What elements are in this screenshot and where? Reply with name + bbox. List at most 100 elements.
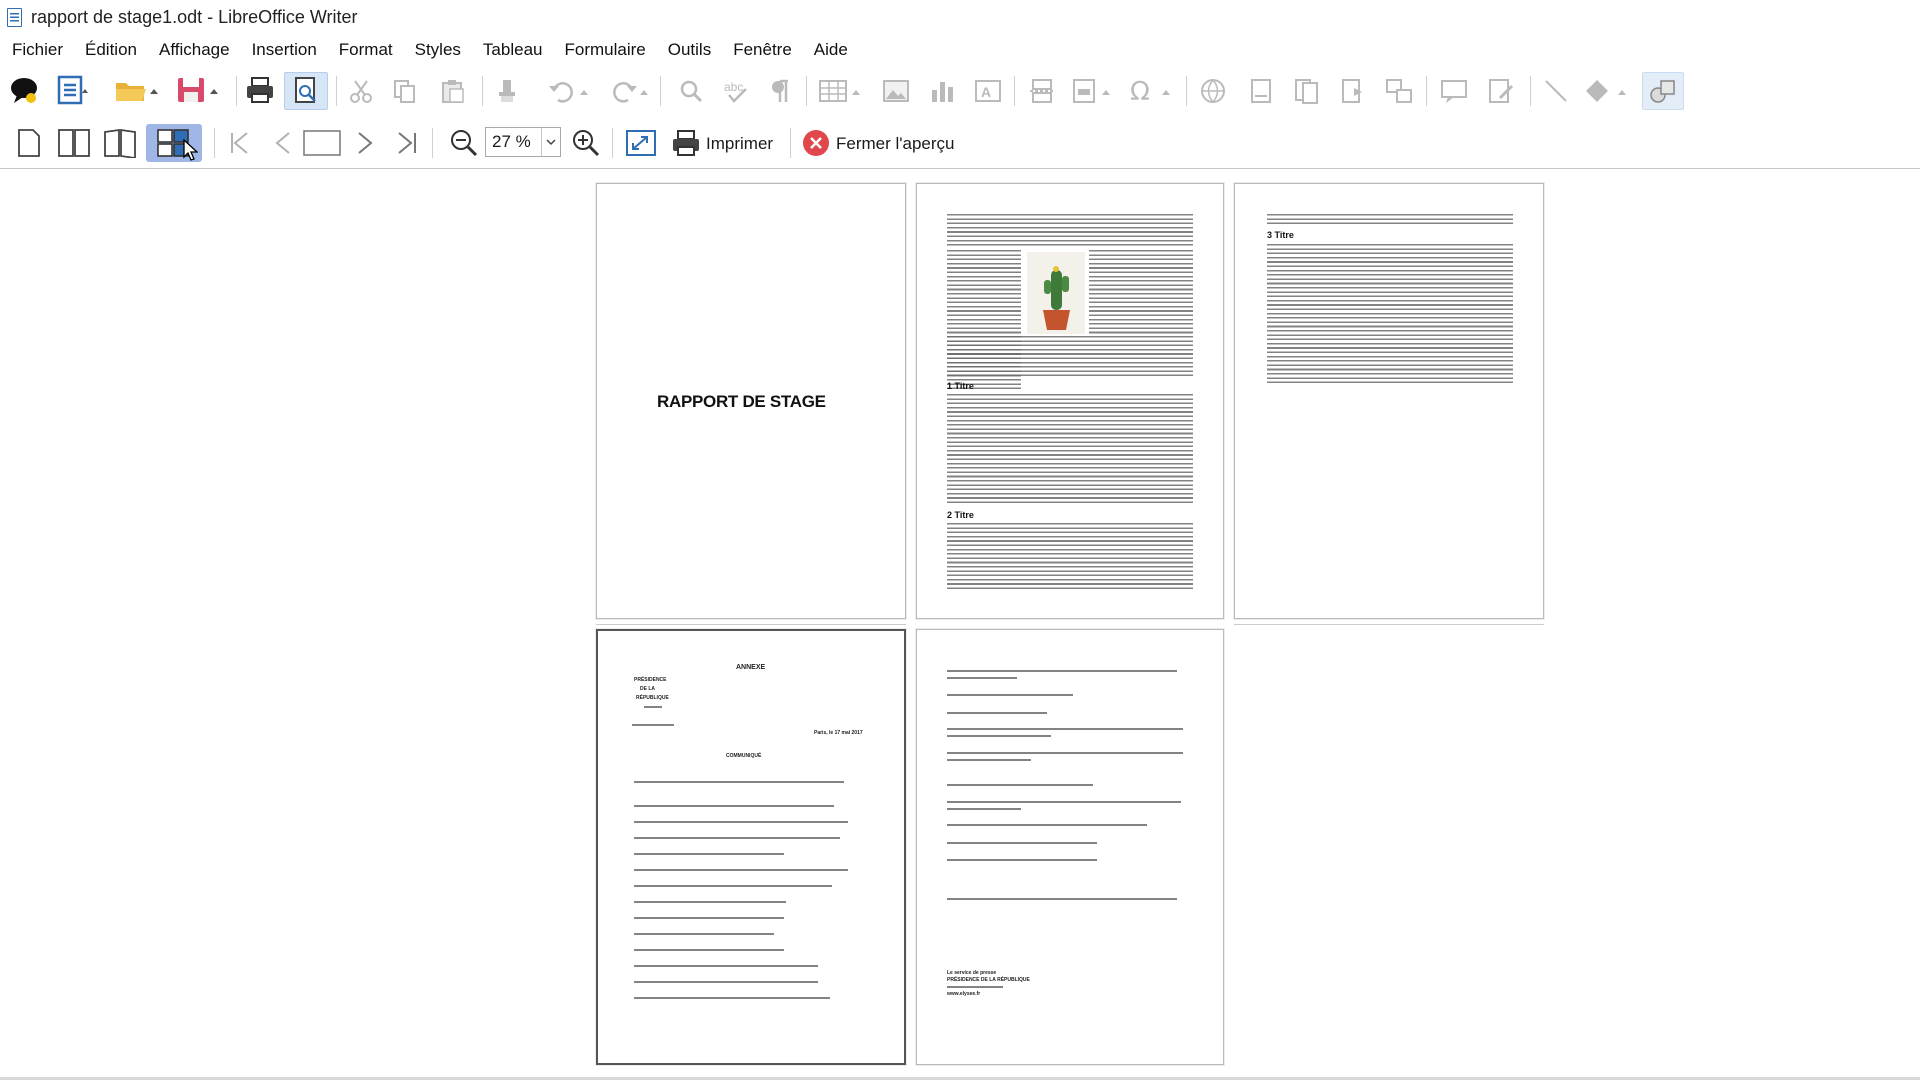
save-icon[interactable]	[174, 74, 228, 106]
text-line	[947, 859, 1097, 861]
text-line	[947, 677, 1017, 679]
toolbar-separator	[790, 128, 791, 158]
menu-fichier[interactable]: Fichier	[12, 40, 63, 60]
text-line	[947, 898, 1177, 900]
menu-fenetre[interactable]: Fenêtre	[733, 40, 792, 60]
menu-formulaire[interactable]: Formulaire	[564, 40, 645, 60]
page-edge	[596, 620, 906, 625]
text-block	[1089, 250, 1193, 336]
text-block	[947, 523, 1193, 589]
svg-text:abc: abc	[724, 80, 743, 94]
endnote-icon[interactable]	[1292, 76, 1322, 106]
bookmark-icon[interactable]	[1338, 76, 1368, 106]
text-line	[634, 981, 818, 983]
page2-heading-2: 2 Titre	[947, 510, 974, 520]
text-line	[644, 706, 662, 708]
cross-reference-icon[interactable]	[1384, 76, 1414, 106]
toolbar-separator	[236, 76, 237, 106]
insert-chart-icon[interactable]	[926, 76, 958, 106]
two-pages-preview-icon[interactable]	[56, 126, 92, 160]
footnote-icon[interactable]	[1246, 76, 1276, 106]
single-page-preview-icon[interactable]	[12, 126, 46, 160]
insert-table-icon[interactable]	[818, 76, 868, 106]
page-break-icon[interactable]	[1026, 76, 1058, 106]
clone-formatting-icon[interactable]	[492, 76, 522, 106]
menu-aide[interactable]: Aide	[814, 40, 848, 60]
zoom-in-icon[interactable]	[570, 127, 602, 159]
text-line	[634, 917, 784, 919]
print-icon[interactable]	[670, 127, 702, 159]
insert-field-icon[interactable]	[1070, 76, 1118, 106]
zoom-value[interactable]: 27 %	[486, 132, 541, 152]
print-preview-icon[interactable]	[284, 72, 328, 110]
previous-page-icon[interactable]	[268, 128, 298, 158]
text-line	[947, 712, 1047, 714]
insert-image-icon[interactable]	[880, 76, 912, 106]
toolbar-separator	[1014, 76, 1015, 106]
comment-icon[interactable]	[1438, 76, 1470, 106]
menu-edition[interactable]: Édition	[85, 40, 137, 60]
draw-functions-icon[interactable]	[1642, 72, 1684, 110]
text-line	[634, 949, 784, 951]
text-line	[947, 735, 1051, 737]
toolbar-separator	[214, 128, 215, 158]
chat-bubble-icon[interactable]	[8, 74, 40, 106]
preview-page-1[interactable]: RAPPORT DE STAGE	[596, 183, 906, 619]
zoom-out-icon[interactable]	[448, 127, 480, 159]
preview-page-2[interactable]: 1 Titre 2 Titre	[916, 183, 1224, 619]
insert-text-box-icon[interactable]: A	[972, 76, 1004, 106]
menu-outils[interactable]: Outils	[668, 40, 711, 60]
annexe-title: ANNEXE	[736, 664, 766, 671]
page-number-box[interactable]	[302, 128, 342, 158]
preview-page-4[interactable]: ANNEXE PRÉSIDENCE DE LA RÉPUBLIQUE Paris…	[596, 629, 906, 1065]
text-line	[632, 724, 674, 726]
undo-icon[interactable]	[546, 76, 594, 106]
full-screen-icon[interactable]	[624, 127, 658, 159]
hyperlink-icon[interactable]	[1196, 76, 1230, 106]
place-date: Paris, le 17 mai 2017	[814, 730, 863, 736]
text-line	[947, 728, 1183, 730]
copy-icon[interactable]	[390, 76, 420, 106]
preview-page-3[interactable]: 3 Titre	[1234, 183, 1544, 619]
text-block	[1267, 214, 1513, 226]
zoom-dropdown-icon[interactable]	[541, 128, 560, 156]
print-preview-toolbar: Imprimer Fermer l'aperçu	[0, 120, 1920, 168]
close-preview-icon[interactable]	[800, 127, 832, 159]
text-line	[634, 965, 818, 967]
zoom-combo[interactable]: 27 %	[485, 127, 561, 157]
menu-format[interactable]: Format	[339, 40, 393, 60]
text-line	[947, 824, 1147, 826]
text-line	[634, 869, 848, 871]
menu-styles[interactable]: Styles	[415, 40, 461, 60]
toolbar-separator	[1530, 76, 1531, 106]
text-line	[947, 801, 1181, 803]
last-page-icon[interactable]	[392, 128, 422, 158]
text-line	[947, 752, 1183, 754]
page-edge	[1234, 620, 1544, 625]
menu-tableau[interactable]: Tableau	[483, 40, 543, 60]
menu-affichage[interactable]: Affichage	[159, 40, 230, 60]
print-icon[interactable]	[244, 74, 276, 106]
redo-icon[interactable]	[604, 76, 652, 106]
preview-page-5[interactable]: Le service de presse PRÉSIDENCE DE LA RÉ…	[916, 629, 1224, 1065]
close-preview-label[interactable]: Fermer l'aperçu	[836, 132, 955, 156]
book-preview-icon[interactable]	[102, 126, 138, 160]
text-block	[947, 394, 1193, 504]
menu-insertion[interactable]: Insertion	[252, 40, 317, 60]
first-page-icon[interactable]	[224, 128, 254, 158]
special-character-icon[interactable]: Ω	[1128, 76, 1178, 106]
new-document-icon[interactable]	[56, 74, 92, 106]
insert-line-icon[interactable]	[1540, 76, 1572, 106]
formatting-marks-icon[interactable]	[766, 76, 796, 106]
spelling-icon[interactable]: abc	[722, 76, 752, 106]
open-folder-icon[interactable]	[112, 74, 168, 106]
menu-bar: Fichier Édition Affichage Insertion Form…	[0, 36, 1920, 64]
print-button-label[interactable]: Imprimer	[706, 132, 773, 156]
find-replace-icon[interactable]	[676, 76, 706, 106]
basic-shapes-icon[interactable]	[1584, 76, 1636, 106]
cut-icon[interactable]	[346, 76, 376, 106]
next-page-icon[interactable]	[350, 128, 380, 158]
track-changes-icon[interactable]	[1486, 76, 1518, 106]
paste-icon[interactable]	[438, 76, 468, 106]
text-line	[634, 805, 834, 807]
